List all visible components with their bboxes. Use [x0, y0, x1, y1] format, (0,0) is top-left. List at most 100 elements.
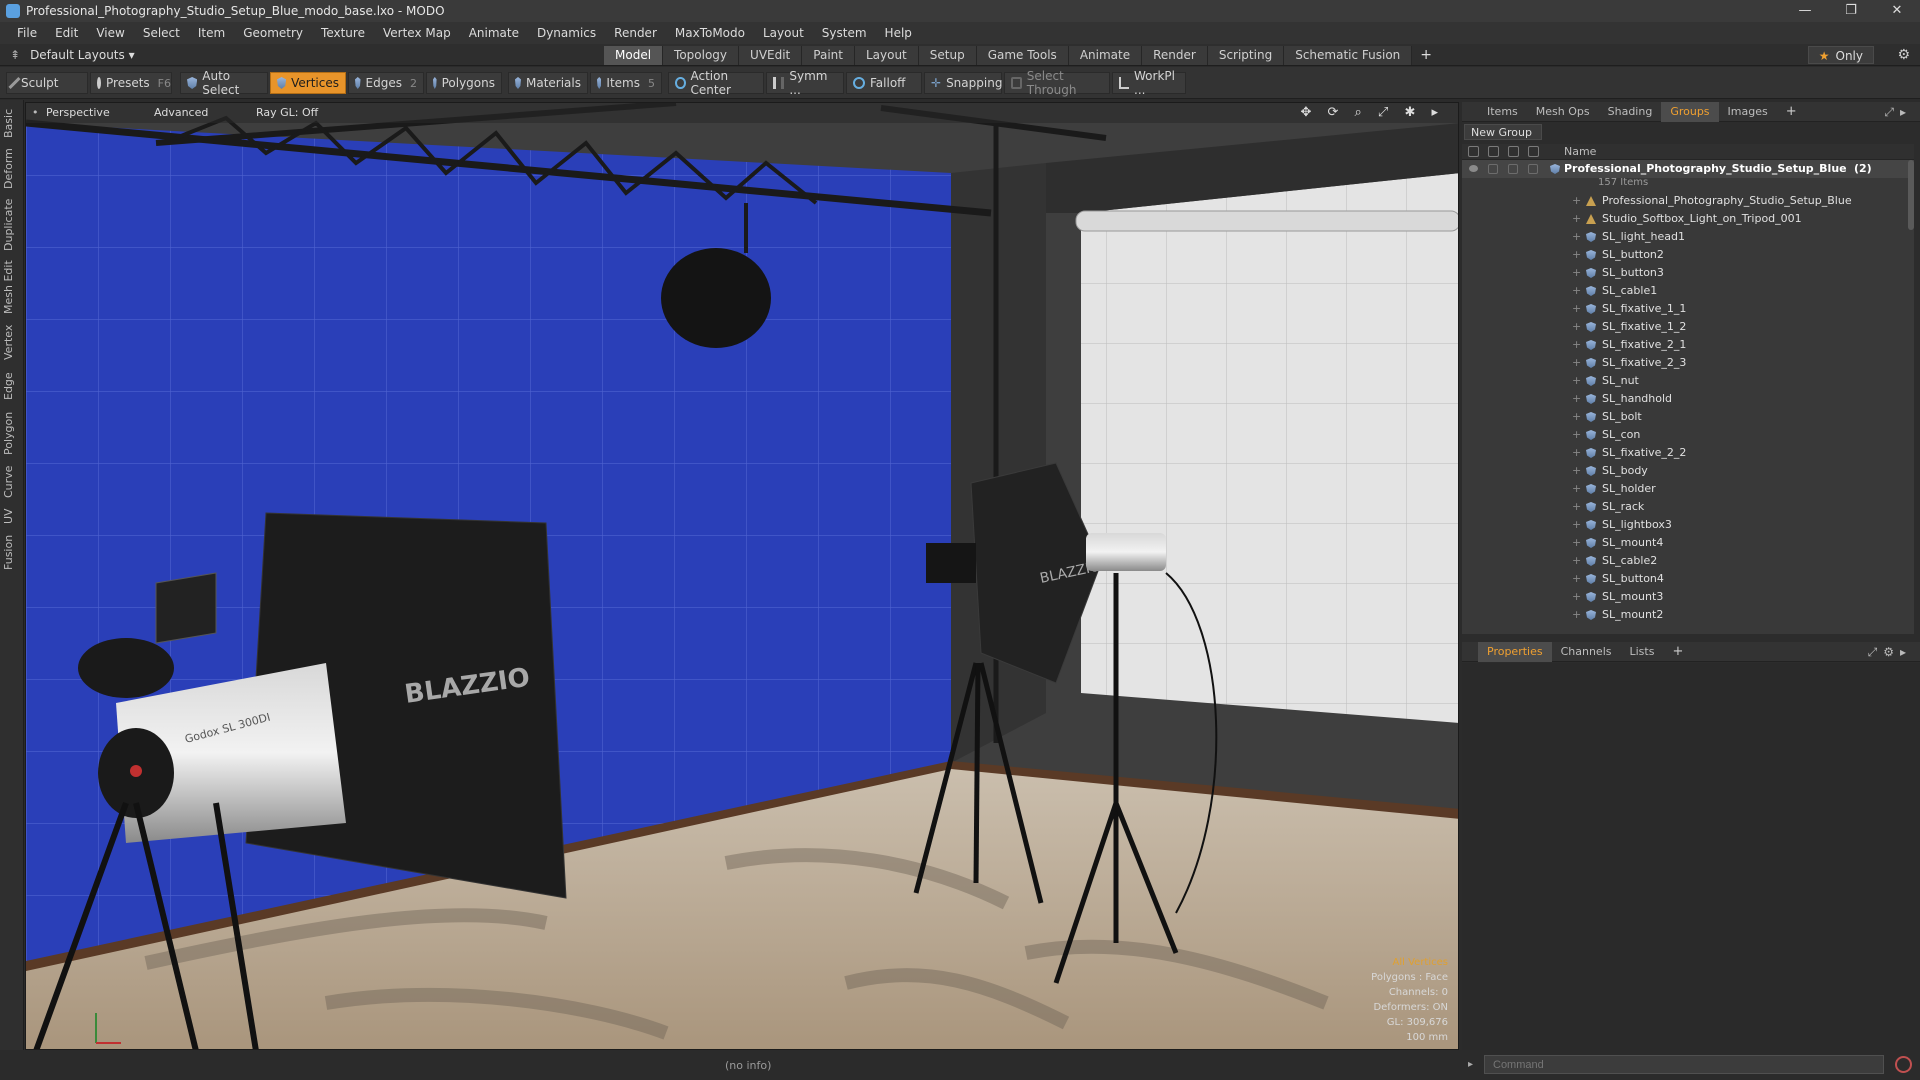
- tree-item[interactable]: + SL_fixative_2_1: [1462, 336, 1914, 354]
- presets-button[interactable]: Presets F6: [90, 72, 172, 94]
- expand-arrow-icon[interactable]: +: [1572, 210, 1581, 228]
- tree-item[interactable]: + SL_mount2: [1462, 606, 1914, 624]
- select-through-button[interactable]: Select Through: [1004, 69, 1110, 97]
- left-tab-mesh-edit[interactable]: Mesh Edit: [2, 260, 22, 314]
- command-history-icon[interactable]: ▸: [1468, 1059, 1473, 1070]
- expand-arrow-icon[interactable]: +: [1572, 246, 1581, 264]
- expand-arrow-icon[interactable]: +: [1572, 606, 1581, 624]
- default-layouts-dropdown[interactable]: ⇞ Default Layouts ▾: [10, 44, 135, 66]
- tree-item[interactable]: + Professional_Photography_Studio_Setup_B…: [1462, 192, 1914, 210]
- expand-arrow-icon[interactable]: +: [1572, 498, 1581, 516]
- tab-topology[interactable]: Topology: [663, 46, 740, 65]
- left-tab-vertex[interactable]: Vertex: [2, 322, 22, 362]
- tab-lists[interactable]: Lists: [1621, 642, 1664, 662]
- tree-scrollbar[interactable]: [1908, 160, 1914, 230]
- render-checkbox[interactable]: [1488, 164, 1498, 174]
- expand-arrow-icon[interactable]: +: [1572, 588, 1581, 606]
- tree-item[interactable]: + SL_button3: [1462, 264, 1914, 282]
- tab-uvedit[interactable]: UVEdit: [739, 46, 803, 65]
- tab-items[interactable]: Items: [1478, 102, 1527, 122]
- gear-icon[interactable]: ⚙: [1897, 46, 1910, 64]
- tree-item[interactable]: + SL_mount3: [1462, 588, 1914, 606]
- lock-checkbox[interactable]: [1508, 164, 1518, 174]
- viewport-nav-controls[interactable]: ✥ ⟳ ⌕ ⤢ ✱ ▸: [1300, 103, 1444, 123]
- menu-animate[interactable]: Animate: [460, 22, 528, 44]
- lock-column-icon[interactable]: [1508, 146, 1519, 157]
- expand-arrow-icon[interactable]: +: [1572, 480, 1581, 498]
- tree-item[interactable]: + SL_fixative_1_2: [1462, 318, 1914, 336]
- viewport-menu-dot[interactable]: •: [32, 103, 39, 123]
- tab-paint[interactable]: Paint: [802, 46, 855, 65]
- expand-arrow-icon[interactable]: +: [1572, 390, 1581, 408]
- expand-arrow-icon[interactable]: +: [1572, 192, 1581, 210]
- expand-arrow-icon[interactable]: +: [1572, 300, 1581, 318]
- left-tab-edge[interactable]: Edge: [2, 370, 22, 402]
- shading-dropdown[interactable]: Advanced: [154, 103, 208, 123]
- tree-item[interactable]: + SL_button4: [1462, 570, 1914, 588]
- tab-game-tools[interactable]: Game Tools: [976, 46, 1069, 65]
- name-column-header[interactable]: Name: [1564, 144, 1596, 160]
- tree-item[interactable]: + SL_fixative_2_3: [1462, 354, 1914, 372]
- symmetry-button[interactable]: Symm ...: [766, 69, 844, 97]
- materials-button[interactable]: Materials: [508, 72, 588, 94]
- tab-model[interactable]: Model: [604, 46, 664, 65]
- tree-item[interactable]: + SL_rack: [1462, 498, 1914, 516]
- menu-maxtomodo[interactable]: MaxToModo: [666, 22, 754, 44]
- auto-select-button[interactable]: Auto Select: [180, 69, 268, 97]
- work-plane-button[interactable]: WorkPl ...: [1112, 69, 1186, 97]
- tab-scripting[interactable]: Scripting: [1207, 46, 1285, 65]
- view-mode-dropdown[interactable]: Perspective: [46, 103, 110, 123]
- menu-item[interactable]: Item: [189, 22, 234, 44]
- visibility-eye-icon[interactable]: [1469, 165, 1478, 172]
- maximize-button[interactable]: ❐: [1828, 0, 1874, 22]
- tree-item[interactable]: + SL_fixative_2_2: [1462, 444, 1914, 462]
- tree-item[interactable]: + SL_bolt: [1462, 408, 1914, 426]
- tab-schematic-fusion[interactable]: Schematic Fusion: [1284, 46, 1413, 65]
- left-tab-duplicate[interactable]: Duplicate: [2, 198, 22, 252]
- expand-arrow-icon[interactable]: +: [1572, 534, 1581, 552]
- tree-item[interactable]: + SL_fixative_1_1: [1462, 300, 1914, 318]
- left-tab-fusion[interactable]: Fusion: [2, 532, 22, 572]
- polygons-button[interactable]: Polygons: [426, 72, 502, 94]
- menu-geometry[interactable]: Geometry: [234, 22, 312, 44]
- raygl-dropdown[interactable]: Ray GL: Off: [256, 103, 318, 123]
- menu-edit[interactable]: Edit: [46, 22, 87, 44]
- expand-arrow-icon[interactable]: +: [1572, 462, 1581, 480]
- expand-arrow-icon[interactable]: +: [1572, 264, 1581, 282]
- sculpt-button[interactable]: Sculpt: [6, 72, 88, 94]
- tree-item[interactable]: + SL_cable1: [1462, 282, 1914, 300]
- tree-item[interactable]: + SL_mount4: [1462, 534, 1914, 552]
- expand-arrow-icon[interactable]: +: [1572, 426, 1581, 444]
- items-button[interactable]: Items 5: [590, 72, 662, 94]
- tab-mesh-ops[interactable]: Mesh Ops: [1527, 102, 1599, 122]
- edges-button[interactable]: Edges 2: [348, 72, 424, 94]
- tab-render[interactable]: Render: [1142, 46, 1208, 65]
- left-tab-uv[interactable]: UV: [2, 506, 22, 526]
- menu-layout[interactable]: Layout: [754, 22, 813, 44]
- tab-properties[interactable]: Properties: [1478, 641, 1552, 662]
- command-run-icon[interactable]: [1895, 1056, 1912, 1073]
- tab-setup[interactable]: Setup: [918, 46, 977, 65]
- left-tab-polygon[interactable]: Polygon: [2, 408, 22, 458]
- 3d-viewport[interactable]: BLAZZIO BLAZZIO Godox SL 300DI • Perspec…: [25, 102, 1459, 1050]
- tab-channels[interactable]: Channels: [1552, 642, 1621, 662]
- panel-expand-icon[interactable]: ⤢▸: [1884, 102, 1912, 122]
- left-tab-deform[interactable]: Deform: [2, 148, 22, 190]
- expand-arrow-icon[interactable]: +: [1572, 372, 1581, 390]
- vertices-button[interactable]: Vertices: [270, 72, 346, 94]
- tree-item[interactable]: + SL_light_head1: [1462, 228, 1914, 246]
- tree-item[interactable]: + SL_button2: [1462, 246, 1914, 264]
- expand-arrow-icon[interactable]: +: [1572, 282, 1581, 300]
- tree-item[interactable]: + SL_handhold: [1462, 390, 1914, 408]
- menu-dynamics[interactable]: Dynamics: [528, 22, 605, 44]
- menu-select[interactable]: Select: [134, 22, 189, 44]
- action-center-button[interactable]: Action Center: [668, 69, 764, 97]
- tree-item[interactable]: + SL_lightbox3: [1462, 516, 1914, 534]
- only-toggle[interactable]: ★ Only: [1807, 46, 1874, 64]
- expand-arrow-icon[interactable]: +: [1572, 444, 1581, 462]
- snapping-button[interactable]: ✛ Snapping: [924, 72, 1002, 94]
- select-checkbox[interactable]: [1528, 164, 1538, 174]
- command-input[interactable]: [1484, 1055, 1884, 1074]
- close-button[interactable]: ✕: [1874, 0, 1920, 22]
- new-group-button[interactable]: New Group: [1464, 124, 1542, 140]
